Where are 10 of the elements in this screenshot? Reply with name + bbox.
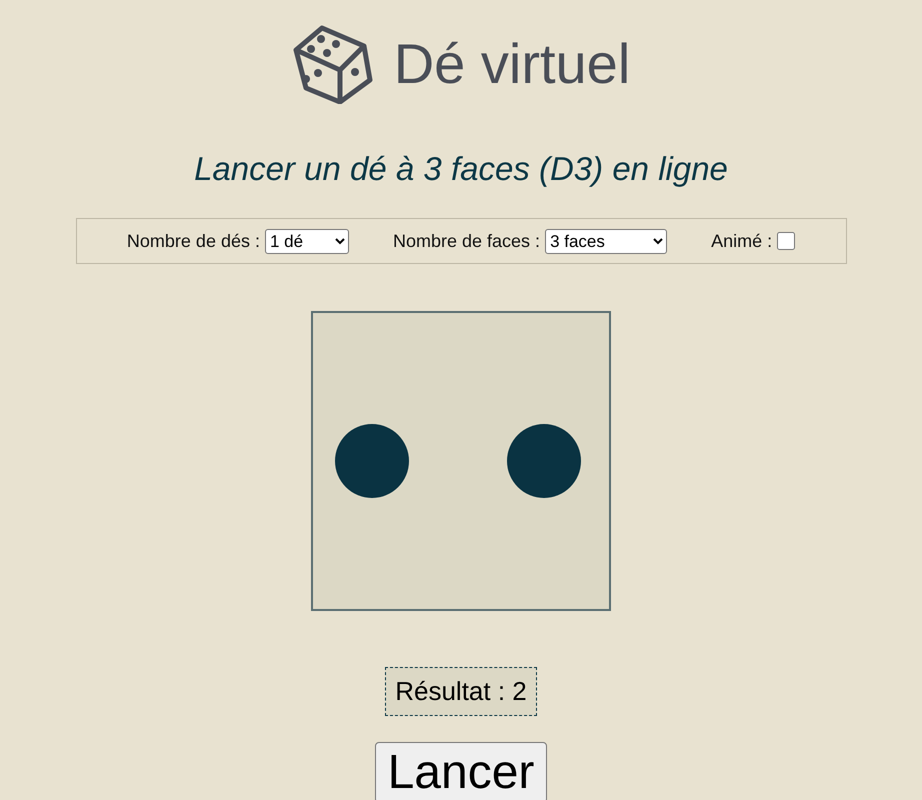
option-select[interactable]: 1 dé (264, 228, 349, 254)
option-label: Nombre de faces : (392, 230, 540, 252)
animated-checkbox[interactable] (777, 232, 796, 250)
option-label: Nombre de dés : (126, 230, 260, 252)
page-subtitle: Lancer un dé à 3 faces (D3) en ligne (194, 150, 728, 188)
result-text: Résultat : 2 (385, 667, 537, 716)
option-label: Animé : (711, 230, 772, 252)
page-title: Dé virtuel (394, 30, 630, 96)
option-select[interactable]: 3 faces (545, 228, 668, 254)
roll-button[interactable]: Lancer (374, 742, 548, 800)
